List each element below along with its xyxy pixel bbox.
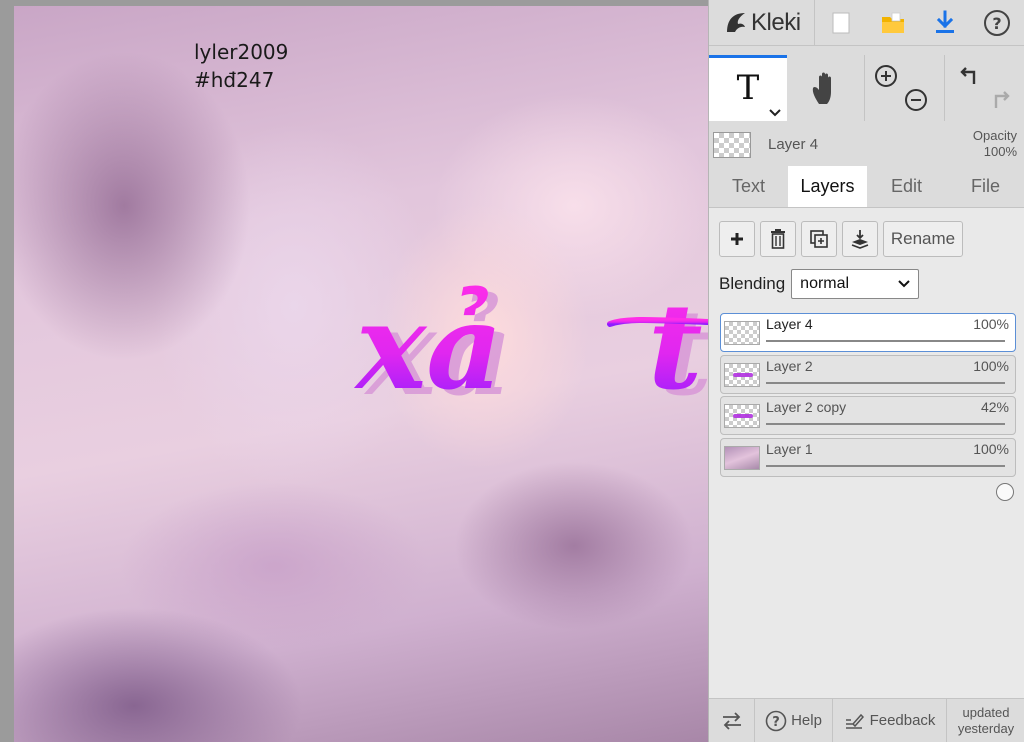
download-button[interactable] <box>919 0 971 46</box>
layer-opacity-slider[interactable] <box>766 381 1014 418</box>
add-layer-button[interactable] <box>719 221 755 257</box>
swap-side-button[interactable] <box>709 699 755 742</box>
rename-layer-button[interactable]: Rename <box>883 221 963 257</box>
current-layer-thumbnail <box>713 132 751 158</box>
duplicate-layer-button[interactable] <box>801 221 837 257</box>
layer-opacity-slider[interactable] <box>766 423 1005 459</box>
hand-tool-icon <box>812 72 831 104</box>
open-folder-icon <box>882 12 904 33</box>
new-image-icon <box>832 12 850 33</box>
feedback-link[interactable]: Feedback <box>833 699 947 742</box>
duplicate-icon <box>810 230 828 248</box>
panel-tabs: Text Layers Edit File <box>709 166 1024 208</box>
merge-down-button[interactable] <box>842 221 878 257</box>
help-icon: ? <box>765 710 787 731</box>
blending-value: normal <box>800 275 850 292</box>
chevron-down-icon[interactable] <box>769 109 781 117</box>
text-tool-button[interactable]: T <box>709 55 787 121</box>
tab-file[interactable]: File <box>946 166 1024 207</box>
layer-thumbnail <box>724 321 760 345</box>
hand-tool-button[interactable] <box>787 55 865 121</box>
opacity-value: 100% <box>983 144 1017 159</box>
layer-actions: Rename <box>719 221 963 257</box>
plus-icon <box>731 233 743 245</box>
layer-list: Layer 4 100% Layer 2 100% Layer 2 copy 4… <box>720 313 1016 501</box>
layer-thumbnail <box>724 445 760 470</box>
slider-handle[interactable] <box>996 482 1014 501</box>
layer-opacity-slider[interactable] <box>766 340 1014 376</box>
update-status-line2: yesterday <box>957 720 1015 736</box>
help-icon: ? <box>984 9 1010 36</box>
zoom-out-icon <box>905 89 927 111</box>
chevron-down-icon <box>898 280 910 288</box>
layer-opacity-value: 100% <box>973 316 1009 332</box>
layer-name: Layer 2 copy <box>766 399 847 415</box>
help-label: Help <box>791 712 822 729</box>
tool-row: T <box>709 55 1024 121</box>
undo-button[interactable] <box>955 61 985 91</box>
layer-opacity-value: 42% <box>980 399 1009 415</box>
download-icon <box>936 10 954 33</box>
app-logo[interactable]: Kleki <box>709 0 815 46</box>
zoom-in-icon <box>875 65 897 87</box>
kleki-logo-icon <box>727 12 745 32</box>
tab-edit[interactable]: Edit <box>867 166 946 207</box>
tab-text[interactable]: Text <box>709 166 788 207</box>
text-tool-icon: T <box>736 67 760 108</box>
art-text-main: xả <box>353 277 503 416</box>
layer-item[interactable]: Layer 4 100% <box>720 313 1016 376</box>
trash-icon <box>771 229 785 249</box>
redo-button[interactable] <box>985 85 1015 115</box>
swap-arrows-icon <box>722 711 741 730</box>
update-status-line1: updated <box>962 704 1010 720</box>
help-button[interactable]: ? <box>971 0 1023 46</box>
zoom-out-button[interactable] <box>901 85 931 115</box>
layer-name: Layer 1 <box>766 440 813 457</box>
blending-row: Blending normal <box>719 269 920 299</box>
layer-opacity-slider[interactable] <box>766 464 1014 501</box>
layer-item[interactable]: Layer 2 copy 42% <box>720 396 1016 459</box>
redo-icon <box>994 91 1010 108</box>
art-text-main-right: t <box>648 277 703 416</box>
opacity-label: Opacity <box>972 128 1017 143</box>
current-layer-opacity: Opacity 100% <box>973 128 1017 160</box>
layer-opacity-value: 100% <box>973 357 1009 374</box>
update-status[interactable]: updated yesterday <box>947 699 1024 742</box>
svg-text:?: ? <box>772 715 780 730</box>
zoom-controls <box>865 55 945 121</box>
delete-layer-button[interactable] <box>760 221 796 257</box>
current-layer-info: Layer 4 Opacity 100% <box>709 124 1024 164</box>
layer-item[interactable]: Layer 1 100% <box>720 437 1016 501</box>
bottom-bar: ? Help Feedback updated yesterday <box>709 698 1024 742</box>
svg-text:?: ? <box>992 14 1001 33</box>
layer-thumbnail <box>724 404 760 428</box>
side-panel: Kleki ? T Layer 4 Opacity 100% Text Laye… <box>708 0 1024 742</box>
feedback-icon <box>845 713 864 729</box>
open-file-button[interactable] <box>867 0 919 46</box>
top-bar: Kleki ? <box>709 0 1024 46</box>
zoom-in-button[interactable] <box>871 61 901 91</box>
feedback-label: Feedback <box>869 712 936 729</box>
layer-name: Layer 2 <box>766 357 813 374</box>
blending-label: Blending <box>719 274 786 293</box>
new-image-button[interactable] <box>815 0 867 46</box>
canvas-area[interactable]: lyler2009 #hđ247 xả t xả t <box>0 0 708 742</box>
canvas-artwork: xả t xả t <box>353 277 708 422</box>
blending-select[interactable]: normal <box>791 269 920 299</box>
tab-layers[interactable]: Layers <box>788 166 867 207</box>
undo-icon <box>960 67 976 84</box>
drawing-canvas[interactable]: lyler2009 #hđ247 xả t xả t <box>14 6 708 742</box>
layers-panel: Rename Blending normal Layer 4 100% Laye… <box>709 208 1024 698</box>
layer-item[interactable]: Layer 2 100% <box>720 354 1016 418</box>
history-controls <box>945 55 1024 121</box>
layer-name: Layer 4 <box>766 316 813 332</box>
help-link[interactable]: ? Help <box>755 699 833 742</box>
layer-opacity-value: 100% <box>973 440 1009 457</box>
layer-thumbnail <box>724 362 760 387</box>
merge-down-icon <box>851 230 869 249</box>
app-name: Kleki <box>751 8 801 36</box>
current-layer-name: Layer 4 <box>768 136 819 153</box>
